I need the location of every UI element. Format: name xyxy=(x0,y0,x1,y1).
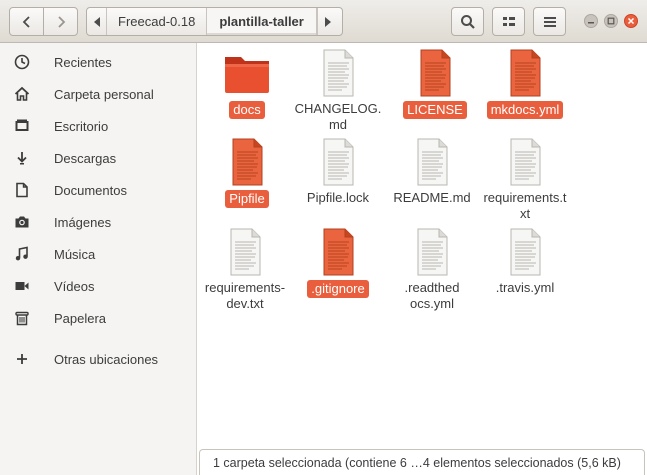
music-icon xyxy=(13,245,31,263)
text-file-icon xyxy=(501,49,549,97)
video-icon xyxy=(13,277,31,295)
status-floating-bar: 1 carpeta seleccionada (contiene 6 …4 el… xyxy=(199,449,645,475)
text-file-icon xyxy=(408,228,456,276)
file-name: Pipfile xyxy=(225,190,269,208)
file-item-changelog[interactable]: CHANGELOG.md xyxy=(294,49,382,133)
clock-icon xyxy=(13,53,31,71)
breadcrumb-parent[interactable]: Freecad-0.18 xyxy=(107,8,206,35)
chevron-left-icon xyxy=(22,15,30,28)
sidebar-item-label: Papelera xyxy=(54,310,107,326)
folder-icon xyxy=(223,49,271,97)
text-file-icon xyxy=(221,228,269,276)
view-toggle-button[interactable] xyxy=(492,7,525,36)
file-name: requirements-dev.txt xyxy=(204,280,286,311)
file-name: .travis.yml xyxy=(495,280,555,295)
sidebar-item-label: Música xyxy=(54,246,96,262)
forward-button[interactable] xyxy=(43,7,78,36)
file-name: CHANGELOG.md xyxy=(294,101,382,132)
text-file-icon xyxy=(314,228,362,276)
file-item-requirements[interactable]: requirements.txt xyxy=(481,138,569,222)
text-file-icon xyxy=(314,49,362,97)
file-name: Pipfile.lock xyxy=(306,190,370,205)
file-grid: docs CHANGELOG.md LICENSE mkdocs.yml Pip… xyxy=(198,43,647,475)
file-name: .readthedocs.yml xyxy=(404,280,460,311)
sidebar-item-label: Documentos xyxy=(54,182,127,198)
list-view-icon xyxy=(502,16,515,26)
file-name: LICENSE xyxy=(403,101,467,119)
file-item-docs[interactable]: docs xyxy=(203,49,291,119)
text-file-icon xyxy=(408,138,456,186)
minimize-button[interactable] xyxy=(584,14,598,28)
file-name: mkdocs.yml xyxy=(486,101,564,119)
chevron-right-icon xyxy=(57,15,65,28)
plus-icon xyxy=(13,350,31,368)
sidebar-item-label: Carpeta personal xyxy=(54,86,154,102)
text-file-icon xyxy=(501,228,549,276)
hamburger-icon xyxy=(543,16,556,27)
triangle-right-icon xyxy=(325,16,332,27)
path-scroll-right-button[interactable] xyxy=(316,8,339,35)
text-file-icon xyxy=(223,138,271,186)
sidebar-item-label: Otras ubicaciones xyxy=(54,351,159,367)
file-item-travis[interactable]: .travis.yml xyxy=(481,228,569,296)
sidebar-item-descargas[interactable]: Descargas xyxy=(0,143,196,173)
trash-icon xyxy=(13,309,31,327)
status-text: 1 carpeta seleccionada (contiene 6 …4 el… xyxy=(213,455,621,470)
file-item-requirements-dev[interactable]: requirements-dev.txt xyxy=(201,228,289,312)
sidebar-item-label: Imágenes xyxy=(54,214,112,230)
sidebar-item-otras-ubicaciones[interactable]: Otras ubicaciones xyxy=(0,344,196,374)
download-icon xyxy=(13,149,31,167)
path-bar: Freecad-0.18 plantilla-taller xyxy=(86,7,343,36)
file-item-readthedocs[interactable]: .readthedocs.yml xyxy=(388,228,476,312)
close-button[interactable] xyxy=(624,14,638,28)
text-file-icon xyxy=(411,49,459,97)
sidebar-item-label: Vídeos xyxy=(54,278,95,294)
file-item-pipfile[interactable]: Pipfile xyxy=(203,138,291,208)
sidebar-item-videos[interactable]: Vídeos xyxy=(0,271,196,301)
back-button[interactable] xyxy=(9,7,44,36)
sidebar-item-documentos[interactable]: Documentos xyxy=(0,175,196,205)
menu-button[interactable] xyxy=(533,7,566,36)
breadcrumb-current[interactable]: plantilla-taller xyxy=(206,8,317,35)
search-icon xyxy=(460,14,475,29)
file-name: docs xyxy=(229,101,265,119)
maximize-icon xyxy=(607,17,615,25)
search-button[interactable] xyxy=(451,7,484,36)
file-item-mkdocs[interactable]: mkdocs.yml xyxy=(481,49,569,119)
home-icon xyxy=(13,85,31,103)
sidebar-item-label: Escritorio xyxy=(54,118,109,134)
maximize-button[interactable] xyxy=(604,14,618,28)
desktop-icon xyxy=(13,117,31,135)
file-name: README.md xyxy=(393,190,471,205)
text-file-icon xyxy=(314,138,362,186)
sidebar-item-label: Descargas xyxy=(54,150,117,166)
sidebar-item-musica[interactable]: Música xyxy=(0,239,196,269)
file-item-license[interactable]: LICENSE xyxy=(391,49,479,119)
path-scroll-left-button[interactable] xyxy=(87,8,107,35)
file-item-pipfile-lock[interactable]: Pipfile.lock xyxy=(294,138,382,206)
header-bar: Freecad-0.18 plantilla-taller xyxy=(0,0,647,43)
file-name: requirements.txt xyxy=(483,190,567,221)
file-name: .gitignore xyxy=(307,280,369,298)
sidebar: Recientes Carpeta personal Escritorio De… xyxy=(0,43,197,475)
sidebar-item-escritorio[interactable]: Escritorio xyxy=(0,111,196,141)
close-icon xyxy=(627,17,635,25)
document-icon xyxy=(13,181,31,199)
sidebar-item-imagenes[interactable]: Imágenes xyxy=(0,207,196,237)
file-item-readme[interactable]: README.md xyxy=(388,138,476,206)
minimize-icon xyxy=(588,22,594,24)
sidebar-item-papelera[interactable]: Papelera xyxy=(0,303,196,333)
file-item-gitignore[interactable]: .gitignore xyxy=(294,228,382,298)
sidebar-item-label: Recientes xyxy=(54,54,112,70)
triangle-left-icon xyxy=(93,16,100,27)
text-file-icon xyxy=(501,138,549,186)
sidebar-item-recientes[interactable]: Recientes xyxy=(0,47,196,77)
sidebar-item-carpeta-personal[interactable]: Carpeta personal xyxy=(0,79,196,109)
camera-icon xyxy=(13,213,31,231)
